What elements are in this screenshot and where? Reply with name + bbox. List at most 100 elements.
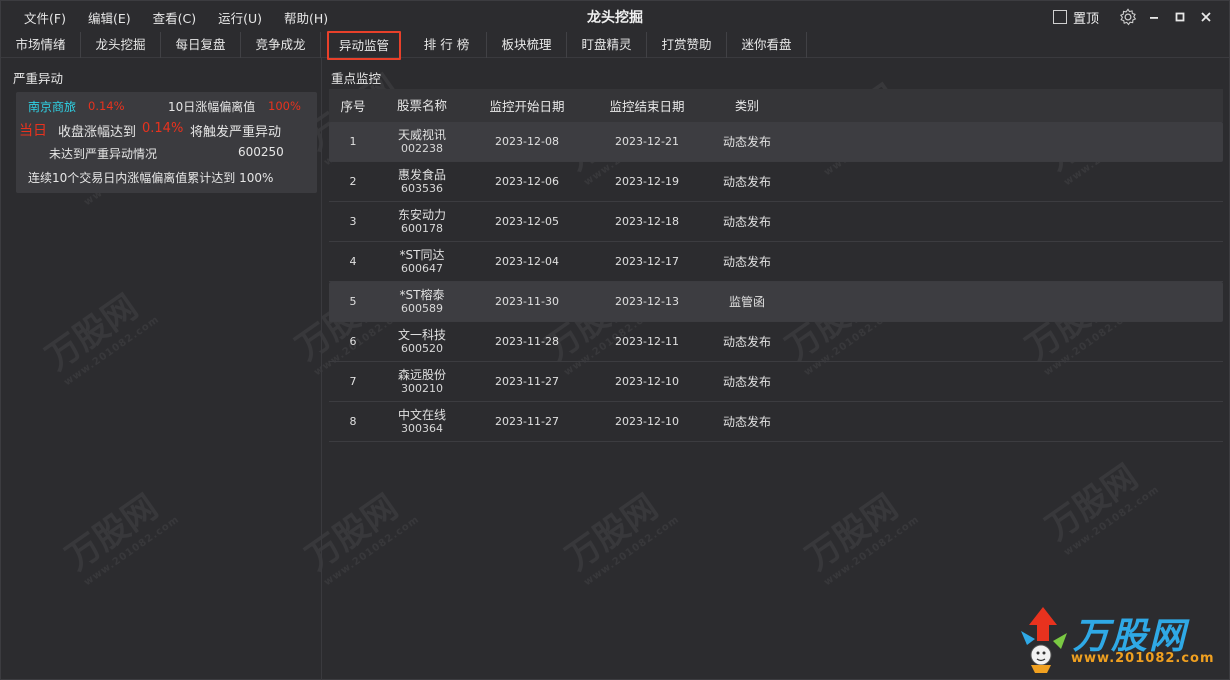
table-row[interactable]: 4 *ST同达 600647 2023-12-04 2023-12-17 动态发… <box>329 242 1223 282</box>
tab-market-sentiment[interactable]: 市场情绪 <box>1 32 81 58</box>
cell-stock-code: 600178 <box>401 221 443 235</box>
minimize-icon[interactable] <box>1141 7 1167 27</box>
table-row[interactable]: 1 天威视讯 002238 2023-12-08 2023-12-21 动态发布 <box>329 122 1223 162</box>
cell-stock-name: *ST同达 <box>399 247 445 262</box>
watermark: 万股网www.201082.com <box>558 487 682 589</box>
cell-stock-code: 600520 <box>401 341 443 355</box>
cell-stock-name: 森远股份 <box>397 367 446 382</box>
pin-checkbox[interactable] <box>1052 10 1067 24</box>
cell-stock-name: 惠发食品 <box>397 167 446 182</box>
cell-stock-code: 600647 <box>401 261 443 275</box>
cell-stock-name: *ST榕泰 <box>399 287 445 302</box>
close-icon[interactable] <box>1193 7 1219 27</box>
cell-stock-name: 中文在线 <box>397 407 446 422</box>
tab-bar: 市场情绪 龙头挖掘 每日复盘 竞争成龙 异动监管 排 行 榜 板块梳理 盯盘精灵… <box>1 31 1229 60</box>
cell-end-date: 2023-12-10 <box>615 415 679 428</box>
table-row[interactable]: 7 森远股份 300210 2023-11-27 2023-12-10 动态发布 <box>329 362 1223 402</box>
header-end-date[interactable]: 监控结束日期 <box>587 96 707 115</box>
gear-icon[interactable] <box>1115 8 1141 26</box>
cell-type: 动态发布 <box>722 375 771 389</box>
left-panel-title: 严重异动 <box>13 71 64 86</box>
watermark: 万股网www.201082.com <box>58 487 182 589</box>
metric-value: 100% <box>268 99 301 113</box>
cell-stock: *ST榕泰 600589 <box>377 287 467 315</box>
cell-type: 动态发布 <box>722 175 771 189</box>
tab-mini-view[interactable]: 迷你看盘 <box>727 32 807 58</box>
brand-figure-icon <box>1021 607 1067 673</box>
pin-label[interactable]: 置顶 <box>1073 8 1099 27</box>
cell-stock-code: 600589 <box>401 301 443 315</box>
cell-start-date: 2023-12-08 <box>495 135 559 148</box>
tab-compete[interactable]: 竞争成龙 <box>241 32 321 58</box>
header-name[interactable]: 股票名称 <box>377 99 467 112</box>
cell-index: 6 <box>349 335 357 348</box>
cell-type: 动态发布 <box>722 335 771 349</box>
cell-index: 2 <box>349 175 357 188</box>
tab-donate[interactable]: 打赏赞助 <box>647 32 727 58</box>
title-bar: 文件(F) 编辑(E) 查看(C) 运行(U) 帮助(H) 龙头挖掘 置顶 <box>1 1 1229 32</box>
cell-type: 动态发布 <box>722 135 771 149</box>
cell-end-date: 2023-12-10 <box>615 375 679 388</box>
tab-anomaly-monitor[interactable]: 异动监管 <box>327 31 401 60</box>
tab-leader-mining[interactable]: 龙头挖掘 <box>81 32 161 58</box>
table-row[interactable]: 8 中文在线 300364 2023-11-27 2023-12-10 动态发布 <box>329 402 1223 442</box>
cell-stock: 东安动力 600178 <box>377 208 467 235</box>
cell-stock: 惠发食品 603536 <box>377 167 467 195</box>
day-label: 当日 <box>19 123 47 139</box>
brand-logo: 万股网 www.201082.com <box>1013 601 1221 675</box>
stock-name: 南京商旅 <box>28 100 77 114</box>
cell-stock: 森远股份 300210 <box>377 367 467 395</box>
table-row[interactable]: 3 东安动力 600178 2023-12-05 2023-12-18 动态发布 <box>329 202 1223 242</box>
cell-start-date: 2023-11-28 <box>495 335 559 348</box>
table-row[interactable]: 2 惠发食品 603536 2023-12-06 2023-12-19 动态发布 <box>329 162 1223 202</box>
header-index[interactable]: 序号 <box>329 96 377 115</box>
anomaly-card: 南京商旅 0.14% 10日涨幅偏离值 100% 当日 收盘涨幅达到 0.14%… <box>16 92 317 193</box>
rule-text: 连续10个交易日内涨幅偏离值累计达到 100% <box>28 171 274 185</box>
cell-type: 监管函 <box>728 295 765 309</box>
cell-index: 8 <box>349 415 357 428</box>
table-header: 序号 股票名称 监控开始日期 监控结束日期 类别 <box>329 89 1223 122</box>
maximize-icon[interactable] <box>1167 7 1193 27</box>
cell-index: 4 <box>349 255 357 268</box>
cell-stock-code: 002238 <box>401 141 443 155</box>
cell-stock: 文一科技 600520 <box>377 328 467 355</box>
cell-stock: 中文在线 300364 <box>377 407 467 435</box>
tab-sector[interactable]: 板块梳理 <box>487 32 567 58</box>
cell-start-date: 2023-11-27 <box>495 375 559 388</box>
cell-type: 动态发布 <box>722 255 771 269</box>
brand-url: www.201082.com <box>1071 651 1215 666</box>
watermark: 万股网www.201082.com <box>1038 457 1162 559</box>
tab-daily-review[interactable]: 每日复盘 <box>161 32 241 58</box>
cell-index: 3 <box>349 215 357 228</box>
monitor-table: 序号 股票名称 监控开始日期 监控结束日期 类别 1 天威视讯 002238 2… <box>329 89 1223 442</box>
cell-stock: 天威视讯 002238 <box>377 127 467 155</box>
app-title: 龙头挖掘 <box>587 10 643 26</box>
watermark: 万股网www.201082.com <box>38 287 162 389</box>
cell-stock: *ST同达 600647 <box>377 247 467 275</box>
table-row[interactable]: 5 *ST榕泰 600589 2023-11-30 2023-12-13 监管函 <box>329 282 1223 322</box>
watermark: 万股网www.201082.com <box>798 487 922 589</box>
header-start-date[interactable]: 监控开始日期 <box>467 96 587 115</box>
cell-stock-name: 天威视讯 <box>397 127 446 142</box>
cell-stock-code: 300210 <box>401 381 443 395</box>
stock-code: 600250 <box>238 145 284 159</box>
table-body: 1 天威视讯 002238 2023-12-08 2023-12-21 动态发布… <box>329 122 1223 442</box>
table-row[interactable]: 6 文一科技 600520 2023-11-28 2023-12-11 动态发布 <box>329 322 1223 362</box>
panel-divider <box>321 58 322 680</box>
cell-start-date: 2023-11-27 <box>495 415 559 428</box>
title-controls: 置顶 <box>1052 7 1219 27</box>
watermark: 万股网www.201082.com <box>298 487 422 589</box>
cell-start-date: 2023-12-06 <box>495 175 559 188</box>
tab-ranking[interactable]: 排 行 榜 <box>407 32 487 58</box>
cell-end-date: 2023-12-19 <box>615 175 679 188</box>
cell-type: 动态发布 <box>722 215 771 229</box>
cell-type: 动态发布 <box>722 415 771 429</box>
metric-label: 10日涨幅偏离值 <box>168 100 256 114</box>
cell-start-date: 2023-11-30 <box>495 295 559 308</box>
header-type[interactable]: 类别 <box>707 97 787 114</box>
cell-end-date: 2023-12-21 <box>615 135 679 148</box>
cell-stock-code: 300364 <box>401 421 443 435</box>
cell-end-date: 2023-12-13 <box>615 295 679 308</box>
tab-watch-sprite[interactable]: 盯盘精灵 <box>567 32 647 58</box>
stock-pct: 0.14% <box>88 99 125 113</box>
